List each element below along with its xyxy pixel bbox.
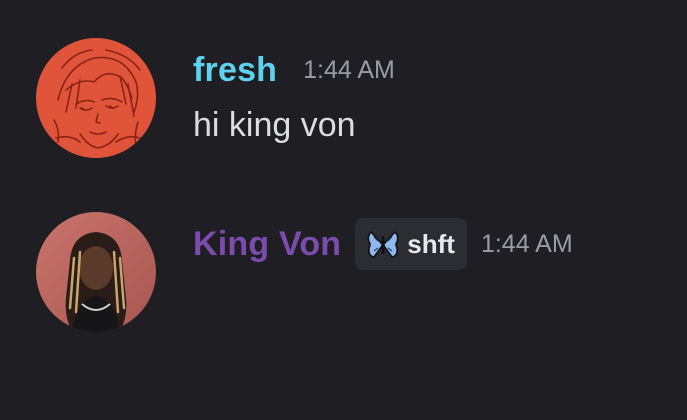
message: King Von shft 1:44 AM bbox=[0, 175, 687, 335]
message-header: fresh 1:44 AM bbox=[193, 48, 395, 92]
username[interactable]: King Von bbox=[193, 225, 341, 264]
message: fresh 1:44 AM hi king von bbox=[0, 0, 687, 160]
user-avatar[interactable] bbox=[36, 38, 156, 158]
message-header: King Von shft 1:44 AM bbox=[193, 216, 573, 272]
server-tag-badge[interactable]: shft bbox=[355, 218, 467, 270]
server-tag-label: shft bbox=[407, 228, 455, 259]
message-content: hi king von bbox=[193, 106, 356, 144]
butterfly-icon bbox=[367, 231, 399, 258]
username[interactable]: fresh bbox=[193, 51, 277, 90]
anime-sketch-avatar-icon bbox=[36, 38, 156, 158]
timestamp[interactable]: 1:44 AM bbox=[303, 56, 395, 85]
timestamp[interactable]: 1:44 AM bbox=[481, 230, 573, 259]
portrait-avatar-icon bbox=[36, 212, 156, 332]
user-avatar[interactable] bbox=[36, 212, 156, 332]
